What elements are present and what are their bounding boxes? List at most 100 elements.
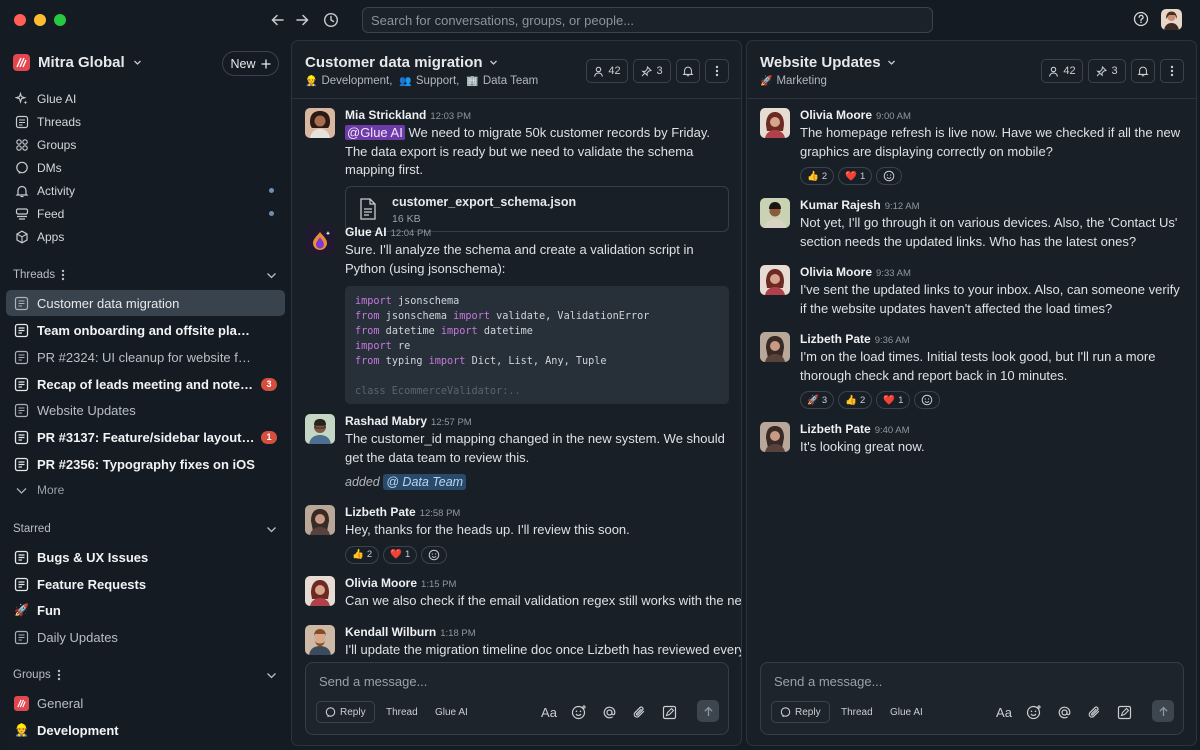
conversation-title[interactable]: Customer data migration (305, 54, 498, 71)
kebab-menu-icon[interactable] (61, 269, 65, 281)
group-tag[interactable]: Support, (416, 75, 459, 87)
groups-section-header[interactable]: Groups (13, 669, 277, 681)
reaction-rocket[interactable]: 🚀 3 (800, 391, 835, 409)
chevron-down-icon[interactable] (266, 270, 277, 281)
mention-tag[interactable]: @Glue AI (345, 125, 405, 140)
more-options-button[interactable] (1160, 59, 1184, 83)
group-tag[interactable]: Data Team (483, 75, 538, 87)
attachment-paperclip-icon[interactable] (1085, 703, 1103, 721)
nav-item-groups[interactable]: Groups (14, 137, 274, 152)
reply-mode-button[interactable]: Reply (771, 701, 830, 723)
sender-name[interactable]: Olivia Moore (800, 265, 872, 279)
avatar[interactable] (305, 576, 335, 606)
nav-item-feed[interactable]: Feed (14, 206, 274, 221)
maximize-window-button[interactable] (54, 14, 66, 26)
more-options-button[interactable] (705, 59, 729, 83)
send-button[interactable] (1152, 700, 1174, 722)
compose-edit-icon[interactable] (660, 703, 678, 721)
message-input[interactable]: Send a message... (319, 674, 427, 689)
thread-item[interactable]: PR #3137: Feature/sidebar layout im... 1 (6, 424, 285, 450)
chevron-down-icon[interactable] (266, 670, 277, 681)
send-button[interactable] (697, 700, 719, 722)
avatar[interactable] (305, 108, 335, 138)
search-input[interactable]: Search for conversations, groups, or peo… (362, 7, 933, 33)
new-button[interactable]: New (222, 51, 279, 76)
forward-arrow-icon[interactable] (292, 10, 312, 30)
mention-at-icon[interactable] (1055, 703, 1073, 721)
attachment-paperclip-icon[interactable] (630, 703, 648, 721)
conversation-title[interactable]: Website Updates (760, 54, 896, 71)
pins-button[interactable]: 3 (1088, 59, 1126, 83)
compose-edit-icon[interactable] (1115, 703, 1133, 721)
avatar[interactable] (760, 198, 790, 228)
nav-item-apps[interactable]: Apps (14, 229, 274, 244)
threads-section-header[interactable]: Threads (13, 269, 277, 281)
minimize-window-button[interactable] (34, 14, 46, 26)
reaction-heart[interactable]: ❤️ 1 (383, 545, 418, 564)
history-clock-icon[interactable] (321, 10, 341, 30)
avatar[interactable] (760, 332, 790, 362)
text-format-icon[interactable]: Aa (995, 703, 1013, 721)
thread-item[interactable]: PR #2324: UI cleanup for website footer (6, 344, 285, 370)
kebab-menu-icon[interactable] (57, 669, 61, 681)
notifications-button[interactable] (676, 59, 700, 83)
nav-item-threads[interactable]: Threads (14, 114, 274, 129)
close-window-button[interactable] (14, 14, 26, 26)
group-tag[interactable]: Development, (321, 75, 392, 87)
pins-button[interactable]: 3 (633, 59, 671, 83)
thread-item[interactable]: Customer data migration (6, 290, 285, 316)
chevron-down-icon[interactable] (266, 524, 277, 535)
members-button[interactable]: 42 (586, 59, 628, 83)
thread-mode-button[interactable]: Thread (833, 701, 881, 723)
sender-name[interactable]: Kumar Rajesh (800, 198, 881, 212)
nav-item-activity[interactable]: Activity (14, 183, 274, 198)
sender-name[interactable]: Mia Strickland (345, 108, 426, 122)
glue-ai-mode-button[interactable]: Glue AI (427, 701, 476, 723)
starred-item[interactable]: 🚀 Fun (6, 597, 285, 623)
add-reaction-button[interactable] (914, 391, 941, 409)
workspace-switcher[interactable]: Mitra Global (13, 54, 142, 71)
more-threads-button[interactable]: More (6, 477, 285, 503)
thread-item[interactable]: Website Updates (6, 397, 285, 423)
avatar[interactable] (305, 625, 335, 655)
reaction-heart[interactable]: ❤️ 1 (876, 391, 911, 409)
user-avatar[interactable] (1161, 9, 1182, 30)
starred-item[interactable]: Daily Updates (6, 624, 285, 650)
group-item[interactable]: 👷 Development (6, 717, 285, 743)
group-item[interactable]: General (6, 690, 285, 716)
avatar[interactable] (305, 414, 335, 444)
group-mention-tag[interactable]: @ Data Team (383, 474, 467, 490)
add-reaction-button[interactable] (421, 545, 448, 564)
text-format-icon[interactable]: Aa (540, 703, 558, 721)
thread-item[interactable]: Recap of leads meeting and notes for... … (6, 371, 285, 397)
sender-name[interactable]: Lizbeth Pate (800, 332, 871, 346)
sender-name[interactable]: Lizbeth Pate (345, 505, 416, 519)
sender-name[interactable]: Olivia Moore (800, 108, 872, 122)
emoji-icon[interactable] (570, 703, 588, 721)
avatar[interactable] (760, 422, 790, 452)
reaction-heart[interactable]: ❤️ 1 (838, 167, 873, 185)
thread-item[interactable]: PR #2356: Typography fixes on iOS (6, 451, 285, 477)
nav-item-glue-ai[interactable]: Glue AI (14, 91, 274, 106)
thread-mode-button[interactable]: Thread (378, 701, 426, 723)
glue-ai-avatar[interactable] (305, 225, 335, 255)
sender-name[interactable]: Olivia Moore (345, 576, 417, 590)
nav-item-dms[interactable]: DMs (14, 160, 274, 175)
sender-name[interactable]: Rashad Mabry (345, 414, 427, 428)
starred-section-header[interactable]: Starred (13, 523, 277, 535)
members-button[interactable]: 42 (1041, 59, 1083, 83)
thread-item[interactable]: Team onboarding and offsite planning (6, 317, 285, 343)
group-tag[interactable]: Marketing (776, 75, 827, 87)
message-composer[interactable]: Send a message... Reply Thread Glue AI A… (760, 662, 1184, 735)
back-arrow-icon[interactable] (268, 10, 288, 30)
reaction-thumbs-up[interactable]: 👍 2 (838, 391, 873, 409)
message-composer[interactable]: Send a message... Reply Thread Glue AI A… (305, 662, 729, 735)
sender-name[interactable]: Kendall Wilburn (345, 625, 436, 639)
starred-item[interactable]: Feature Requests (6, 571, 285, 597)
reply-mode-button[interactable]: Reply (316, 701, 375, 723)
sender-name[interactable]: Glue AI (345, 225, 387, 239)
starred-item[interactable]: Bugs & UX Issues (6, 544, 285, 570)
avatar[interactable] (760, 108, 790, 138)
sender-name[interactable]: Lizbeth Pate (800, 422, 871, 436)
help-icon[interactable] (1133, 11, 1149, 32)
